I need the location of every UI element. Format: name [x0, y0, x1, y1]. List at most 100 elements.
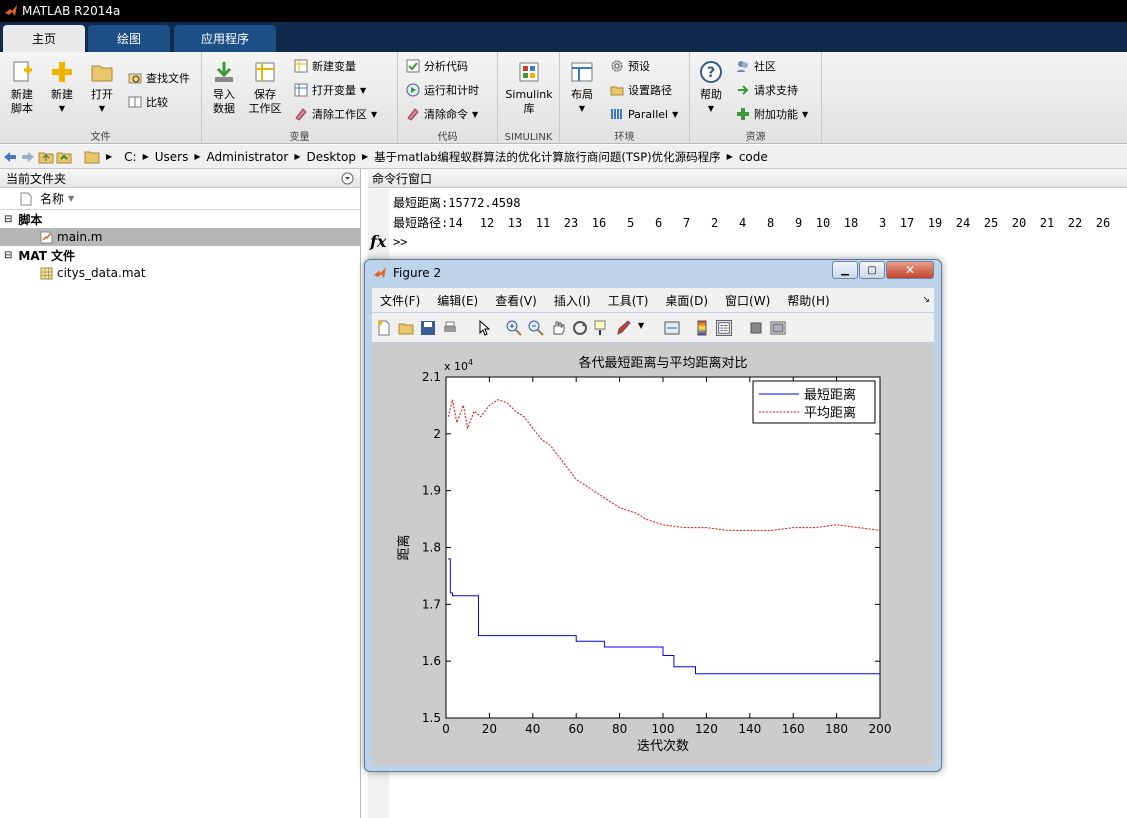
tab-home[interactable]: 主页 [3, 25, 85, 52]
menu-dock-arrow-icon[interactable]: ↘ [922, 295, 930, 305]
route-city: 6 [655, 216, 663, 230]
print-icon[interactable] [442, 320, 458, 336]
fx-function-browser-icon[interactable]: fx [370, 232, 386, 251]
ribbon-section-code: 分析代码 运行和计时 清除命令 ▼ 代码 [398, 52, 498, 144]
close-button[interactable]: ✕ [886, 261, 934, 279]
up-folder-icon[interactable] [38, 149, 54, 165]
menu-insert[interactable]: 插入(I) [554, 292, 591, 309]
clear-workspace-button[interactable]: 清除工作区 ▼ [294, 104, 377, 124]
show-plot-tools-icon[interactable] [770, 320, 786, 336]
figure-title: Figure 2 [393, 266, 442, 280]
breadcrumb-item[interactable]: Users [155, 150, 189, 164]
ribbon-section-environment: 布局 ▼ 预设 设置路径 Parallel ▼ 环境 [560, 52, 690, 144]
community-button[interactable]: 社区 [736, 56, 776, 76]
help-button[interactable]: ? 帮助 ▼ [691, 60, 731, 116]
name-column-header[interactable]: 名称 ▼ [0, 188, 360, 210]
analyze-code-button[interactable]: 分析代码 [406, 56, 468, 76]
legend[interactable]: 最短距离平均距离 [752, 380, 876, 424]
breadcrumb-item[interactable]: 基于matlab编程蚁群算法的优化计算旅行商问题(TSP)优化源码程序 [374, 149, 721, 165]
breadcrumb-item[interactable]: Administrator [207, 150, 289, 164]
new-script-button[interactable]: 新建 脚本 [2, 60, 42, 116]
tab-plots[interactable]: 绘图 [88, 25, 170, 52]
zoom-in-icon[interactable] [506, 320, 522, 336]
collapse-icon[interactable]: ⊟ [4, 250, 12, 261]
group-header-mat-files[interactable]: ⊟ MAT 文件 [0, 246, 360, 264]
set-path-icon [610, 86, 624, 96]
route-city: 2 [711, 216, 719, 230]
request-support-button[interactable]: 请求支持 [736, 80, 798, 100]
save-workspace-button[interactable]: 保存 工作区 [245, 60, 285, 116]
edit-plot-pointer-icon[interactable] [476, 320, 492, 336]
section-label-resources: 资源 [745, 132, 766, 143]
breadcrumb-item[interactable]: Desktop [306, 150, 356, 164]
minimize-button[interactable]: ▁ [832, 261, 858, 279]
rotate-3d-icon[interactable] [572, 320, 588, 336]
line-chart[interactable]: 各代最短距离与平均距离对比 x 104 0 20 40 60 80 100 120 140 16… [372, 344, 934, 766]
new-figure-icon[interactable] [376, 320, 392, 336]
preferences-button[interactable]: 预设 [610, 56, 650, 76]
pan-hand-icon[interactable] [550, 320, 566, 336]
hide-plot-tools-icon[interactable] [748, 320, 764, 336]
insert-colorbar-icon[interactable] [694, 320, 710, 336]
open-variable-button[interactable]: 打开变量 ▼ [294, 80, 366, 100]
figure-toolbar: ▼ [372, 313, 934, 343]
layout-button[interactable]: 布局 ▼ [562, 60, 602, 116]
back-arrow-icon[interactable] [2, 149, 18, 165]
tab-apps[interactable]: 应用程序 [174, 25, 276, 52]
new-variable-button[interactable]: 新建变量 [294, 56, 356, 76]
brush-icon[interactable] [616, 320, 632, 336]
command-prompt[interactable]: >> [393, 235, 407, 249]
minimize-icon: ▁ [841, 264, 849, 276]
parallel-button[interactable]: Parallel ▼ [610, 104, 678, 124]
file-item-main-m[interactable]: main.m [0, 228, 360, 246]
help-icon: ? [700, 61, 722, 83]
new-button[interactable]: 新建 ▼ [42, 60, 82, 116]
route-city: 4 [739, 216, 747, 230]
route-city: 21 [1039, 216, 1055, 230]
figure-canvas[interactable]: 各代最短距离与平均距离对比 x 104 0 20 40 60 80 100 120 140 16… [372, 344, 934, 766]
app-title: MATLAB R2014a [22, 4, 121, 18]
brush-dropdown-icon[interactable]: ▼ [638, 321, 644, 330]
menu-tools[interactable]: 工具(T) [608, 292, 649, 309]
menu-view[interactable]: 查看(V) [495, 292, 537, 309]
legend-label: 最短距离 [804, 387, 856, 403]
collapse-icon[interactable]: ⊟ [4, 214, 12, 225]
browse-folder-icon[interactable] [56, 149, 72, 165]
simulink-library-button[interactable]: Simulink 库 [502, 60, 556, 116]
route-city: 10 [815, 216, 831, 230]
open-file-icon[interactable] [398, 320, 414, 336]
breadcrumb-item[interactable]: C: [124, 150, 136, 164]
forward-arrow-icon[interactable] [20, 149, 36, 165]
group-header-scripts[interactable]: ⊟ 脚本 [0, 210, 360, 228]
insert-legend-icon[interactable] [716, 320, 732, 336]
maximize-button[interactable]: ▢ [859, 261, 885, 279]
find-files-button[interactable]: 查找文件 [128, 68, 190, 88]
file-item-citys-data-mat[interactable]: citys_data.mat [0, 264, 360, 282]
addons-plus-icon [737, 108, 749, 120]
open-button[interactable]: 打开 ▼ [82, 60, 122, 116]
menu-desktop[interactable]: 桌面(D) [665, 292, 708, 309]
clear-commands-button[interactable]: 清除命令 ▼ [406, 104, 478, 124]
data-cursor-icon[interactable] [594, 320, 610, 336]
import-data-button[interactable]: 导入 数据 [204, 60, 244, 116]
breadcrumb-item[interactable]: code [739, 150, 768, 164]
address-bar: ▶ C: ▶ Users ▶ Administrator ▶ Desktop ▶… [0, 145, 1127, 169]
panel-menu-icon[interactable] [341, 172, 354, 185]
menu-edit[interactable]: 编辑(E) [437, 292, 478, 309]
menu-file[interactable]: 文件(F) [380, 292, 420, 309]
set-path-button[interactable]: 设置路径 [610, 80, 672, 100]
ribbon-section-resources: ? 帮助 ▼ 社区 请求支持 附加功能 ▼ 资源 [690, 52, 822, 144]
figure-window: Figure 2 ▁ ▢ ✕ 文件(F) 编辑(E) 查看(V) 插入(I) 工… [364, 259, 942, 772]
ribbon-tabbar: 主页 绘图 应用程序 [0, 22, 1127, 52]
run-and-time-button[interactable]: 运行和计时 [406, 80, 479, 100]
current-folder-title: 当前文件夹 [6, 171, 67, 186]
link-plot-icon[interactable] [664, 320, 680, 336]
save-icon[interactable] [420, 320, 436, 336]
addons-button[interactable]: 附加功能 ▼ [736, 104, 808, 124]
compare-button[interactable]: 比较 [128, 92, 168, 112]
route-city: 26 [1095, 216, 1111, 230]
x-tick-label: 140 [738, 722, 761, 736]
menu-help[interactable]: 帮助(H) [787, 292, 829, 309]
zoom-out-icon[interactable] [528, 320, 544, 336]
menu-window[interactable]: 窗口(W) [725, 292, 770, 309]
